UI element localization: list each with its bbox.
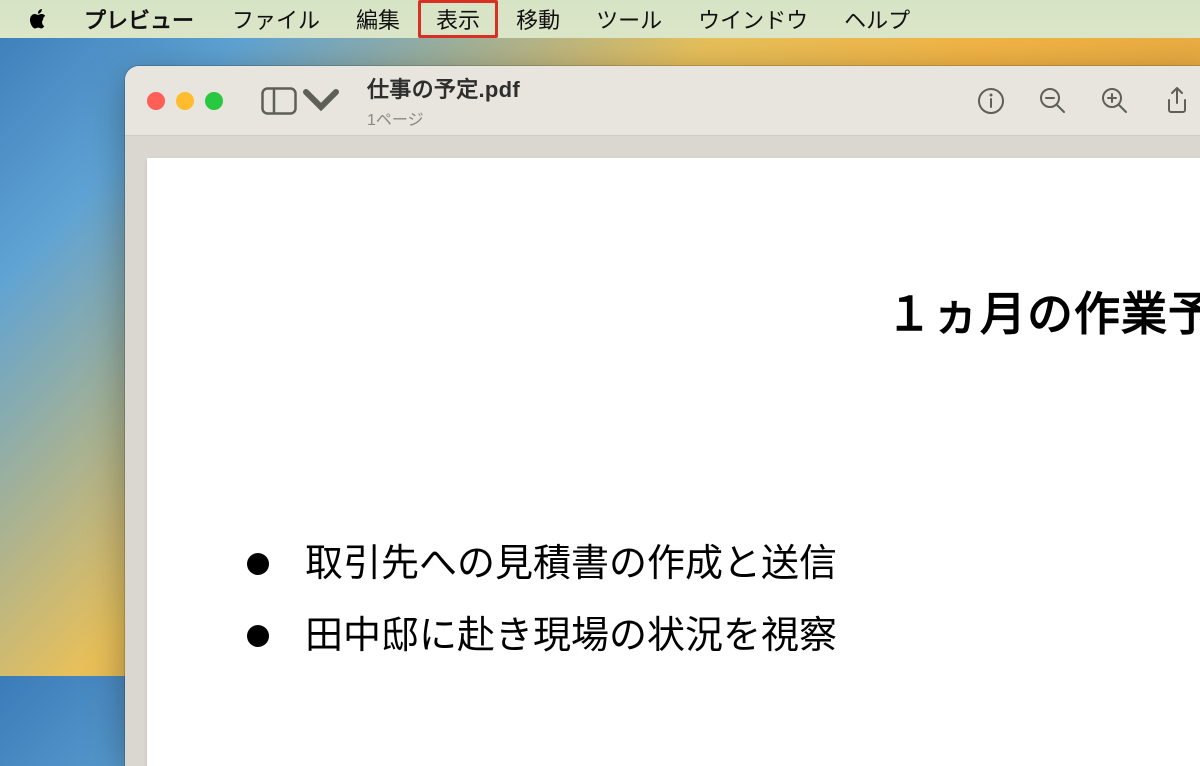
menu-edit[interactable]: 編集 — [338, 0, 418, 38]
document-title: 仕事の予定.pdf — [367, 72, 520, 104]
menu-help[interactable]: ヘルプ — [826, 0, 928, 38]
info-button[interactable] — [975, 85, 1007, 117]
list-item: 取引先への見積書の作成と送信 — [247, 528, 837, 600]
bullet-list: 取引先への見積書の作成と送信 田中邸に赴き現場の状況を視察 — [247, 528, 837, 672]
bullet-icon — [247, 553, 269, 575]
menu-go[interactable]: 移動 — [498, 0, 578, 38]
preview-window: 仕事の予定.pdf 1ページ — [125, 66, 1200, 766]
list-item: 田中邸に赴き現場の状況を視察 — [247, 600, 837, 672]
title-group: 仕事の予定.pdf 1ページ — [367, 72, 520, 130]
close-button[interactable] — [147, 92, 165, 110]
page-heading: １ヵ月の作業予 — [886, 278, 1200, 344]
zoom-button[interactable] — [205, 92, 223, 110]
list-item-text: 田中邸に赴き現場の状況を視察 — [305, 600, 837, 672]
sidebar-icon — [261, 87, 297, 115]
list-item-text: 取引先への見積書の作成と送信 — [305, 528, 837, 600]
share-icon — [1162, 86, 1192, 116]
share-button[interactable] — [1161, 85, 1193, 117]
traffic-lights — [147, 92, 223, 110]
document-subtitle: 1ページ — [367, 106, 520, 130]
zoom-out-button[interactable] — [1037, 85, 1069, 117]
toolbar-icons — [975, 85, 1193, 117]
info-icon — [976, 86, 1006, 116]
menu-window[interactable]: ウインドウ — [680, 0, 826, 38]
chevron-down-icon — [303, 87, 339, 115]
pdf-page: １ヵ月の作業予 取引先への見積書の作成と送信 田中邸に赴き現場の状況を視察 — [147, 158, 1200, 766]
menu-view[interactable]: 表示 — [418, 0, 498, 38]
menu-bar: プレビュー ファイル 編集 表示 移動 ツール ウインドウ ヘルプ — [0, 0, 1200, 38]
title-bar: 仕事の予定.pdf 1ページ — [125, 66, 1200, 136]
bullet-icon — [247, 625, 269, 647]
sidebar-toggle-button[interactable] — [261, 87, 339, 115]
menu-tools[interactable]: ツール — [578, 0, 680, 38]
content-area[interactable]: １ヵ月の作業予 取引先への見積書の作成と送信 田中邸に赴き現場の状況を視察 — [125, 136, 1200, 766]
menu-file[interactable]: ファイル — [214, 0, 338, 38]
menu-app-name[interactable]: プレビュー — [66, 0, 214, 38]
zoom-in-button[interactable] — [1099, 85, 1131, 117]
apple-menu-icon[interactable] — [30, 9, 48, 29]
zoom-in-icon — [1100, 86, 1130, 116]
minimize-button[interactable] — [176, 92, 194, 110]
zoom-out-icon — [1038, 86, 1068, 116]
